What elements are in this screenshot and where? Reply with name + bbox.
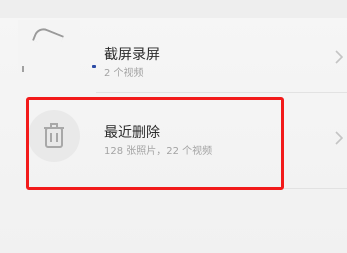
album-title: 最近删除 xyxy=(104,125,160,141)
album-list-screen: 截屏录屏 2 个视频 最近删除 128 张照片，22 个视频 xyxy=(0,0,347,253)
screenshots-thumbnail xyxy=(18,20,96,82)
thumbnail-stroke xyxy=(32,25,64,51)
album-row-screenshots[interactable]: 截屏录屏 2 个视频 xyxy=(0,0,347,92)
album-count: 2 个视频 xyxy=(104,68,144,79)
album-title: 截屏录屏 xyxy=(104,47,160,63)
thumbnail-stroke xyxy=(22,66,24,72)
album-row-recently-deleted[interactable]: 最近删除 128 张照片，22 个视频 xyxy=(0,92,347,188)
thumbnail-marker xyxy=(92,65,96,68)
chevron-right-icon xyxy=(335,131,343,145)
chevron-right-icon xyxy=(335,50,343,64)
trash-icon xyxy=(28,110,80,162)
album-row-empty xyxy=(0,188,347,253)
album-count: 128 张照片，22 个视频 xyxy=(104,146,213,157)
